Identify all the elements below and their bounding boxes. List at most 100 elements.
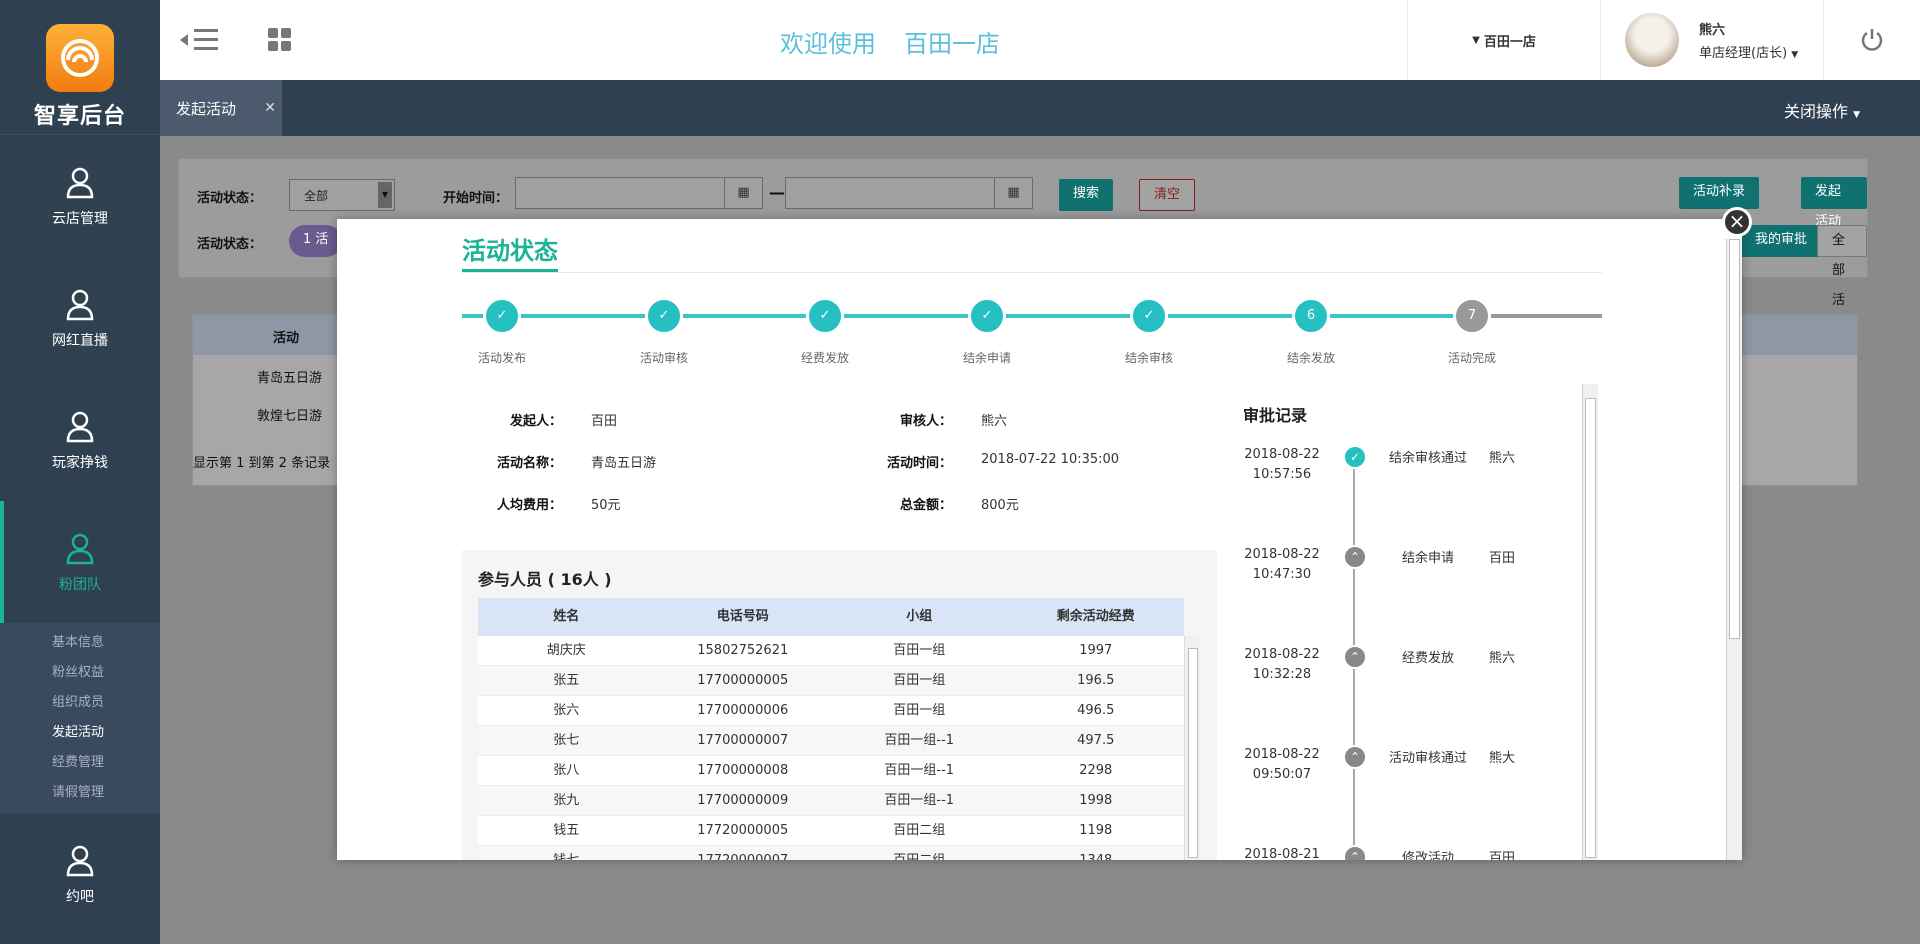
end-date-input[interactable]: ▦ <box>785 177 1033 209</box>
subnav-item-funds[interactable]: 经费管理 <box>0 748 160 778</box>
table-row[interactable]: 胡庆庆 15802752621 百田一组 1997 <box>478 636 1184 666</box>
tab-my-approval[interactable]: 我的审批 <box>1741 225 1822 257</box>
approval-record-item: 2018-08-21 ⌃ 修改活动 百田 <box>1227 845 1587 860</box>
status-select-value: 全部 <box>304 189 329 203</box>
clear-button[interactable]: 清空 <box>1139 179 1196 211</box>
supplement-button[interactable]: 活动补录 <box>1679 177 1760 209</box>
cell-name: 钱五 <box>553 823 580 838</box>
store-name: 百田一店 <box>904 30 1000 58</box>
activity-name-value: 青岛五日游 <box>591 456 657 471</box>
chevron-up-icon: ⌃ <box>1343 545 1367 569</box>
cell-group: 百田一组--1 <box>884 763 955 778</box>
step-label: 经费发放 <box>800 351 849 365</box>
grid-icon <box>268 28 291 51</box>
nav-item-cloud-store[interactable]: 云店管理 <box>0 135 160 257</box>
cell-name: 张七 <box>553 733 580 748</box>
record-clock: 10:57:56 <box>1252 467 1312 482</box>
tab-launch-activity[interactable]: 发起活动 ✕ <box>160 80 282 136</box>
close-operations-menu[interactable]: 关闭操作 ▼ <box>1784 98 1860 122</box>
record-date: 2018-08-22 <box>1244 447 1320 462</box>
table-row[interactable]: 张七 17700000007 百田一组--1 497.5 <box>478 726 1184 756</box>
participants-panel: 参与人员 ( 16人 ) 姓名 电话号码 小组 剩余活动经费 胡庆庆 158027… <box>462 550 1217 860</box>
cell-group: 百田一组 <box>893 703 946 718</box>
logo-text: 智享后台 <box>33 104 126 129</box>
step-7: 7 活动完成 <box>1412 297 1532 366</box>
step-marker: ✓ <box>806 297 844 335</box>
scrollbar-thumb[interactable] <box>1729 239 1740 639</box>
step-4: ✓ 结余申请 <box>927 297 1047 366</box>
step-label: 结余申请 <box>962 351 1011 365</box>
step-label: 结余审核 <box>1124 351 1173 365</box>
scrollbar-thumb[interactable] <box>1585 398 1596 858</box>
status-label-2: 活动状态： <box>197 237 263 252</box>
subnav-item-members[interactable]: 组织成员 <box>0 688 160 718</box>
subnav-item-leave[interactable]: 请假管理 <box>0 778 160 808</box>
cell-name: 张八 <box>553 763 580 778</box>
record-person: 熊大 <box>1489 751 1516 766</box>
chevron-up-icon: ⌃ <box>1343 645 1367 669</box>
menu-toggle-button[interactable] <box>160 0 240 80</box>
subnav-item-basic-info[interactable]: 基本信息 <box>0 628 160 658</box>
step-label: 活动审核 <box>639 351 688 365</box>
menu-collapse-icon <box>180 29 218 50</box>
approval-record-item: 2018-08-22 10:57:56 ✓ 结余审核通过 熊六 <box>1227 445 1587 505</box>
tab-all-activities[interactable]: 全部活动 <box>1817 225 1867 338</box>
participants-scrollbar[interactable] <box>1184 636 1200 860</box>
step-label: 活动完成 <box>1447 351 1496 365</box>
status-pill[interactable]: 1 活 <box>289 225 343 257</box>
nav-item-fan-team[interactable]: 粉团队 <box>0 501 160 623</box>
cell-remaining-funds: 2298 <box>1079 763 1113 778</box>
participants-table-body[interactable]: 胡庆庆 15802752621 百田一组 1997 张五 17700000005 百田一组 1… <box>478 636 1184 860</box>
date-dash: — <box>769 183 785 202</box>
user-menu[interactable]: 熊六 单店经理(店长) ▼ <box>1600 0 1823 80</box>
close-icon[interactable]: ✕ <box>264 100 276 116</box>
modal-close-button[interactable]: × <box>1722 207 1752 237</box>
calendar-icon[interactable]: ▦ <box>724 178 762 208</box>
grid-button[interactable] <box>240 0 320 80</box>
initiator-value: 百田 <box>591 414 618 429</box>
chevron-up-icon: ⌃ <box>1343 845 1367 860</box>
table-row[interactable]: 敦煌七日游 <box>257 405 322 424</box>
participants-title: 参与人员 ( 16人 ) <box>478 570 612 589</box>
approval-record-item: 2018-08-22 10:32:28 ⌃ 经费发放 熊六 <box>1227 645 1587 705</box>
scrollbar-thumb[interactable] <box>1188 648 1198 858</box>
status-select[interactable]: 全部 ▼ <box>289 179 395 211</box>
cell-group: 百田一组--1 <box>884 733 955 748</box>
search-button[interactable]: 搜索 <box>1059 179 1114 211</box>
store-dropdown[interactable]: ▼ 百田一店 <box>1407 0 1600 80</box>
logout-button[interactable] <box>1823 0 1920 80</box>
nav-item-player-earn[interactable]: 玩家挣钱 <box>0 379 160 501</box>
wifi-logo-icon <box>46 24 114 92</box>
subnav-item-fan-rights[interactable]: 粉丝权益 <box>0 658 160 688</box>
table-row[interactable]: 钱五 17720000005 百田二组 1198 <box>478 816 1184 846</box>
table-row[interactable]: 青岛五日游 <box>257 367 322 386</box>
cell-remaining-funds: 497.5 <box>1077 733 1115 748</box>
user-icon <box>66 411 94 443</box>
modal-scrollbar[interactable] <box>1726 239 1742 860</box>
user-role-text: 单店经理(店长) <box>1699 46 1788 61</box>
nav-item-live[interactable]: 网红直播 <box>0 257 160 379</box>
user-icon <box>66 167 94 199</box>
launch-activity-button[interactable]: 发起活动 <box>1801 177 1867 229</box>
table-row[interactable]: 钱七17720000007百田二组1348 <box>478 846 1184 860</box>
approval-record-title: 审批记录 <box>1243 406 1308 425</box>
subnav-item-launch-activity[interactable]: 发起活动 <box>0 718 160 748</box>
cell-name: 张六 <box>553 703 580 718</box>
start-date-input[interactable]: ▦ <box>515 177 763 209</box>
cell-phone: 17700000005 <box>697 673 789 688</box>
caret-down-icon: ▼ <box>1472 34 1480 46</box>
table-row[interactable]: 张八 17700000008 百田一组--1 2298 <box>478 756 1184 786</box>
col-remaining-funds: 剩余活动经费 <box>1056 609 1135 624</box>
table-row[interactable]: 张九 17700000009 百田一组--1 1998 <box>478 786 1184 816</box>
step-6: 6 结余发放 <box>1251 297 1371 366</box>
approval-record-item: 2018-08-22 10:47:30 ⌃ 结余申请 百田 <box>1227 545 1587 605</box>
table-row[interactable]: 张六 17700000006 百田一组 496.5 <box>478 696 1184 726</box>
record-scrollbar[interactable] <box>1582 384 1598 860</box>
table-row[interactable]: 张五 17700000005 百田一组 196.5 <box>478 666 1184 696</box>
status-label: 活动状态： <box>197 191 263 206</box>
welcome-label: 欢迎使用 <box>780 30 876 58</box>
calendar-icon[interactable]: ▦ <box>994 178 1032 208</box>
activity-status-modal: 活动状态 ✓ 活动发布 ✓ 活动审核 ✓ 经费发放 ✓ 结余申请 ✓ 结余审核 6 结余发放 7 活动完成… <box>337 219 1742 860</box>
caret-down-icon: ▼ <box>1791 50 1799 60</box>
nav-item-yueba[interactable]: 约吧 <box>0 813 160 935</box>
